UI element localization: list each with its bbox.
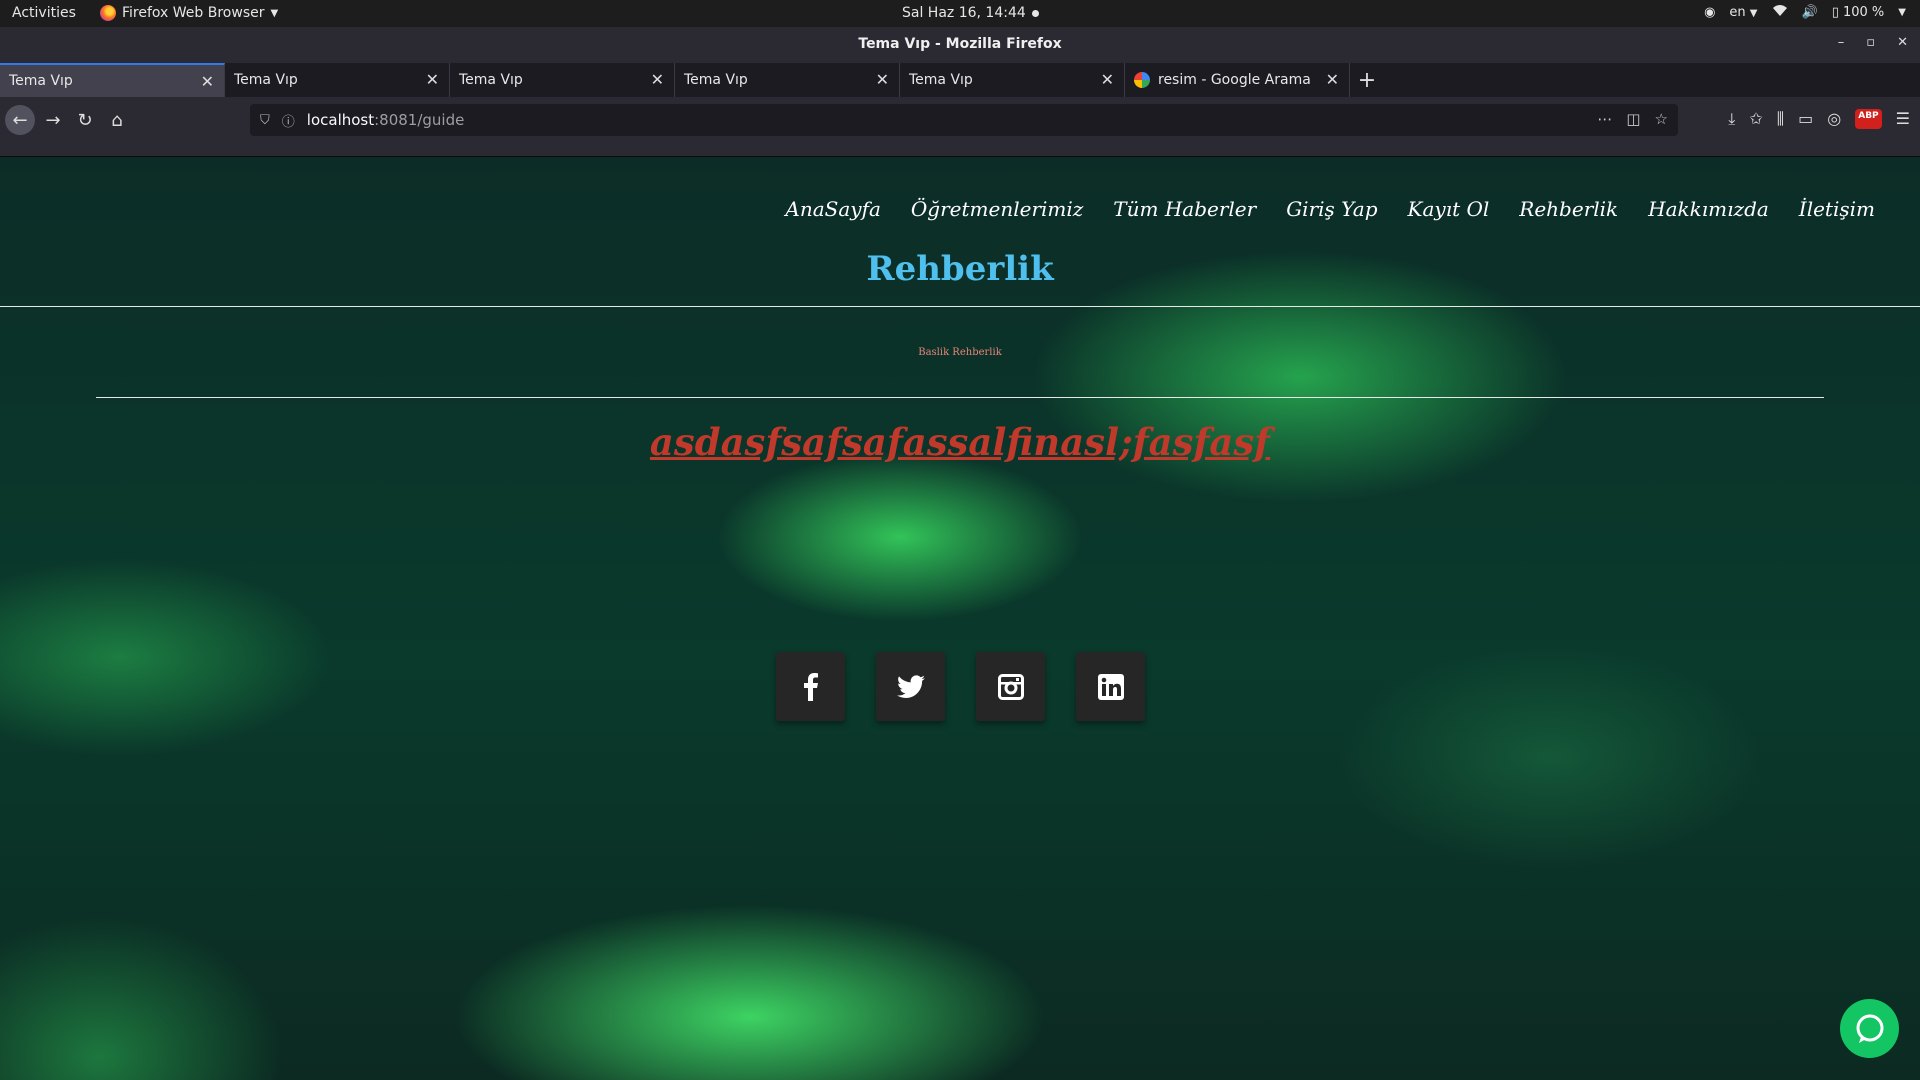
wifi-icon[interactable]: [1772, 4, 1788, 21]
nav-link-ogretmenlerimiz[interactable]: Öğretmenlerimiz: [911, 197, 1083, 221]
account-icon[interactable]: ◎: [1827, 109, 1841, 129]
social-links: [776, 652, 1145, 721]
clock-text: Sal Haz 16, 14:44: [902, 5, 1026, 21]
nav-link-hakkimizda[interactable]: Hakkımızda: [1648, 197, 1769, 221]
new-tab-button[interactable]: +: [1350, 63, 1384, 97]
twitter-button[interactable]: [876, 652, 945, 721]
firefox-icon: [100, 5, 116, 21]
url-host: localhost: [306, 111, 375, 129]
tab-bar: Tema Vıp ✕ Tema Vıp ✕ Tema Vıp ✕ Tema Vı…: [0, 63, 1920, 97]
info-icon[interactable]: ⓘ: [282, 111, 295, 130]
adblock-icon[interactable]: ABP: [1855, 109, 1882, 129]
pocket-icon[interactable]: ◫: [1626, 110, 1640, 128]
tab-label: Tema Vıp: [684, 72, 748, 88]
system-tray[interactable]: ◉ en ▼ 🔊 ▯ 100 % ▼: [1704, 4, 1906, 21]
divider: [96, 397, 1824, 398]
window-title-bar: Tema Vıp - Mozilla Firefox – ▫ ✕: [0, 27, 1920, 63]
chevron-down-icon: ▼: [270, 7, 279, 19]
battery-label: 100 %: [1842, 5, 1885, 20]
activities-button[interactable]: Activities: [12, 5, 76, 21]
chat-button[interactable]: [1840, 999, 1899, 1058]
minimize-icon[interactable]: –: [1838, 35, 1845, 50]
tab[interactable]: Tema Vıp ✕: [225, 63, 450, 97]
linkedin-button[interactable]: [1076, 652, 1145, 721]
url-actions: ⋯ ◫ ☆: [1597, 110, 1668, 128]
nav-link-rehberlik[interactable]: Rehberlik: [1519, 197, 1618, 221]
more-icon[interactable]: ⋯: [1597, 110, 1612, 128]
nav-toolbar: ← → ↻ ⌂ ⛉ ⓘ localhost:8081/guide ⋯ ◫ ☆ ⤓…: [0, 97, 1920, 157]
facebook-icon: [803, 672, 818, 701]
close-tab-icon[interactable]: ✕: [1101, 70, 1114, 89]
instagram-icon: [997, 673, 1024, 700]
system-top-bar: Activities Firefox Web Browser ▼ Sal Haz…: [0, 0, 1920, 27]
toolbar-actions: ⤓ ✩ ⫼ ▭ ◎ ABP ☰: [1728, 109, 1910, 129]
hamburger-menu-icon[interactable]: ☰: [1896, 109, 1910, 129]
twitter-icon: [896, 674, 925, 698]
site-nav: AnaSayfa Öğretmenlerimiz Tüm Haberler Gi…: [785, 197, 1875, 221]
close-tab-icon[interactable]: ✕: [1326, 70, 1339, 89]
google-icon: [1134, 72, 1150, 88]
page-title: Rehberlik: [866, 249, 1054, 289]
bookmarks-icon[interactable]: ✩: [1749, 109, 1762, 129]
divider: [0, 306, 1920, 307]
back-button[interactable]: ←: [5, 105, 35, 135]
app-name: Firefox Web Browser: [122, 5, 265, 21]
tab[interactable]: Tema Vıp ✕: [675, 63, 900, 97]
bookmark-star-icon[interactable]: ☆: [1655, 110, 1668, 128]
close-window-icon[interactable]: ✕: [1897, 35, 1908, 50]
accessibility-icon[interactable]: ◉: [1704, 5, 1715, 20]
sidebar-icon[interactable]: ▭: [1798, 109, 1813, 129]
linkedin-icon: [1097, 673, 1124, 700]
clock[interactable]: Sal Haz 16, 14:44: [902, 5, 1039, 21]
nav-link-tum-haberler[interactable]: Tüm Haberler: [1113, 197, 1256, 221]
maximize-icon[interactable]: ▫: [1866, 35, 1875, 50]
nav-link-anasayfa[interactable]: AnaSayfa: [785, 197, 881, 221]
download-icon[interactable]: ⤓: [1728, 109, 1735, 129]
tab[interactable]: Tema Vıp ✕: [0, 63, 225, 97]
tab[interactable]: Tema Vıp ✕: [900, 63, 1125, 97]
home-button[interactable]: ⌂: [102, 105, 132, 135]
chevron-down-icon: ▼: [1749, 8, 1758, 19]
tab-label: Tema Vıp: [459, 72, 523, 88]
tab[interactable]: resim - Google Arama ✕: [1125, 63, 1350, 97]
chevron-down-icon[interactable]: ▼: [1898, 7, 1906, 18]
language-label: en: [1729, 5, 1746, 20]
window-controls: – ▫ ✕: [1838, 35, 1908, 50]
instagram-button[interactable]: [976, 652, 1045, 721]
tab-label: Tema Vıp: [909, 72, 973, 88]
tab-label: resim - Google Arama: [1158, 72, 1311, 88]
nav-link-iletisim[interactable]: İletişim: [1799, 197, 1875, 221]
facebook-button[interactable]: [776, 652, 845, 721]
shield-icon[interactable]: ⛉: [260, 113, 270, 128]
battery-indicator[interactable]: ▯ 100 %: [1832, 5, 1885, 20]
volume-icon[interactable]: 🔊: [1802, 5, 1818, 20]
reload-button[interactable]: ↻: [70, 105, 100, 135]
nav-link-kayit-ol[interactable]: Kayıt Ol: [1408, 197, 1490, 221]
nav-link-giris-yap[interactable]: Giriş Yap: [1286, 197, 1377, 221]
notification-dot-icon: [1031, 9, 1039, 17]
app-menu[interactable]: Firefox Web Browser ▼: [100, 5, 278, 21]
window-title: Tema Vıp - Mozilla Firefox: [858, 36, 1062, 52]
forward-button[interactable]: →: [38, 105, 68, 135]
section-title: Baslik Rehberlik: [918, 347, 1002, 358]
close-tab-icon[interactable]: ✕: [651, 70, 664, 89]
tab[interactable]: Tema Vıp ✕: [450, 63, 675, 97]
library-icon[interactable]: ⫼: [1777, 109, 1784, 129]
guide-link[interactable]: asdasfsafsafassalfinasl;fasfasf: [0, 420, 1920, 464]
web-page: AnaSayfa Öğretmenlerimiz Tüm Haberler Gi…: [0, 157, 1920, 1080]
language-indicator[interactable]: en ▼: [1729, 5, 1757, 20]
close-tab-icon[interactable]: ✕: [201, 72, 214, 91]
url-path: :8081/guide: [374, 111, 465, 129]
tab-label: Tema Vıp: [234, 72, 298, 88]
chat-bubble-icon: [1856, 1014, 1883, 1043]
close-tab-icon[interactable]: ✕: [426, 70, 439, 89]
close-tab-icon[interactable]: ✕: [876, 70, 889, 89]
tab-label: Tema Vıp: [9, 73, 73, 89]
url-bar[interactable]: ⛉ ⓘ localhost:8081/guide ⋯ ◫ ☆: [250, 104, 1678, 136]
